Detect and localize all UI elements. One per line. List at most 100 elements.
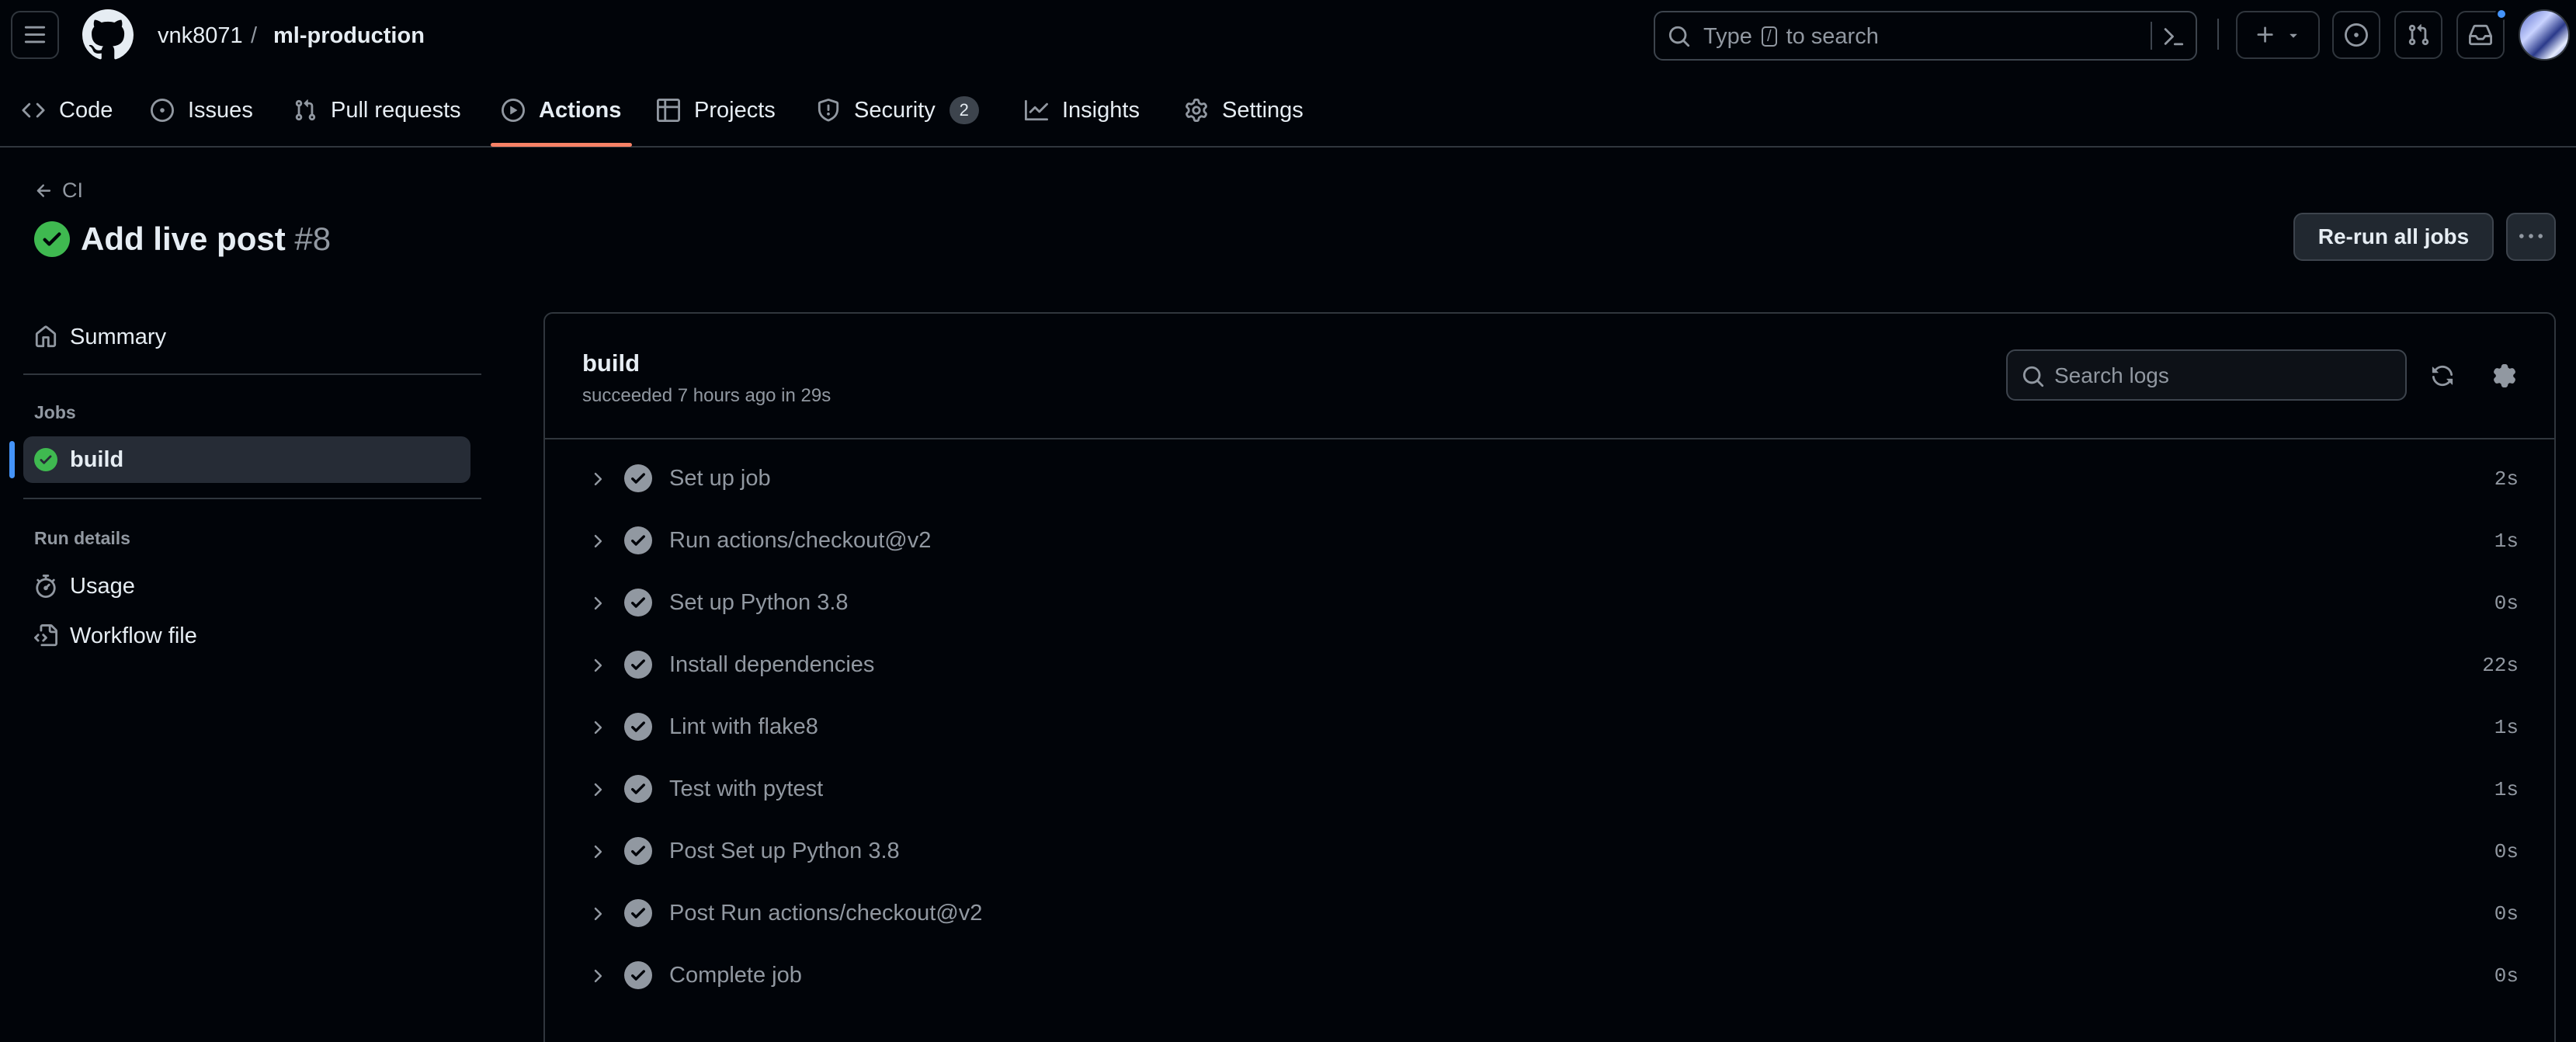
kebab-horizontal-icon [2519, 225, 2543, 248]
log-settings-button[interactable] [2487, 359, 2522, 393]
graph-icon [1025, 99, 1048, 122]
rerun-all-jobs-button[interactable]: Re-run all jobs [2293, 213, 2494, 261]
your-pull-requests-button[interactable] [2394, 11, 2442, 59]
sidebar-item-build[interactable]: build [23, 436, 470, 483]
step-duration: 0s [2494, 964, 2519, 988]
chevron-right-icon [587, 966, 607, 986]
tab-actions[interactable]: Actions [502, 87, 621, 134]
create-new-button[interactable] [2236, 11, 2320, 59]
app-header: vnk8071 / ml-production Type / to search [0, 0, 2576, 148]
security-count-badge: 2 [949, 96, 979, 124]
step-duration: 0s [2494, 902, 2519, 926]
job-steps-list: Set up job 2s Run actions/checkout@v2 1s… [545, 447, 2554, 1006]
step-row[interactable]: Complete job 0s [545, 944, 2554, 1006]
step-label: Install dependencies [669, 652, 875, 677]
log-search-field[interactable] [2006, 349, 2407, 401]
gear-icon [2493, 364, 2516, 387]
step-duration: 1s [2494, 716, 2519, 739]
tab-label: Pull requests [331, 97, 461, 123]
search-divider [2151, 22, 2152, 50]
sidebar-item-label: build [70, 446, 124, 472]
job-status-text: succeeded 7 hours ago in 29s [582, 385, 831, 406]
shield-icon [817, 99, 840, 122]
step-label: Lint with flake8 [669, 714, 818, 739]
pull-request-icon [293, 99, 317, 122]
table-icon [657, 99, 680, 122]
sidebar-item-usage[interactable]: Usage [23, 563, 470, 610]
code-icon [22, 99, 45, 122]
tab-label: Projects [694, 97, 776, 123]
check-circle-fill-icon [624, 651, 652, 679]
check-circle-fill-icon [624, 526, 652, 554]
github-logo-icon[interactable] [82, 9, 134, 61]
gear-icon [1185, 99, 1208, 122]
step-label: Test with pytest [669, 776, 824, 801]
tab-settings[interactable]: Settings [1185, 87, 1304, 134]
avatar[interactable] [2519, 9, 2570, 61]
step-row[interactable]: Run actions/checkout@v2 1s [545, 509, 2554, 571]
chevron-right-icon [587, 780, 607, 800]
workflow-name: CI [62, 179, 83, 202]
file-code-icon [34, 624, 57, 648]
sidebar-item-workflow-file[interactable]: Workflow file [23, 613, 470, 659]
home-icon [34, 325, 57, 349]
git-pull-request-icon [2407, 23, 2430, 47]
step-label: Run actions/checkout@v2 [669, 528, 932, 553]
sidebar-divider [23, 373, 481, 375]
selected-tab-underline [491, 143, 632, 147]
run-title: Add live post #8 [81, 221, 332, 257]
arrow-left-icon [34, 181, 54, 201]
step-label: Set up Python 3.8 [669, 590, 849, 615]
search-placeholder: Type / to search [1703, 24, 1879, 49]
search-icon [1668, 25, 1691, 48]
stopwatch-icon [34, 575, 57, 598]
refresh-button[interactable] [2425, 359, 2460, 393]
check-circle-fill-icon [624, 899, 652, 927]
step-row[interactable]: Lint with flake8 1s [545, 696, 2554, 758]
step-label: Post Set up Python 3.8 [669, 839, 900, 863]
search-shortcut-key: / [1761, 26, 1777, 47]
sidebar-item-summary[interactable]: Summary [23, 314, 470, 360]
step-row[interactable]: Set up job 2s [545, 447, 2554, 509]
triangle-down-icon [2286, 27, 2301, 43]
step-duration: 0s [2494, 592, 2519, 615]
sidebar-item-label: Usage [70, 573, 135, 599]
tab-code[interactable]: Code [22, 87, 113, 134]
check-circle-fill-icon [624, 837, 652, 865]
tab-pull-requests[interactable]: Pull requests [293, 87, 461, 134]
step-label: Set up job [669, 466, 771, 491]
sidebar-divider [23, 498, 481, 499]
step-row[interactable]: Post Run actions/checkout@v2 0s [545, 882, 2554, 944]
chevron-right-icon [587, 717, 607, 738]
global-search-input[interactable]: Type / to search [1654, 11, 2197, 61]
tab-label: Security [854, 97, 936, 123]
sync-icon [2431, 364, 2454, 387]
check-circle-fill-icon [624, 775, 652, 803]
tab-insights[interactable]: Insights [1025, 87, 1140, 134]
back-to-workflow-link[interactable]: CI [34, 179, 83, 203]
check-circle-fill-icon [624, 961, 652, 989]
tab-issues[interactable]: Issues [151, 87, 253, 134]
step-row[interactable]: Install dependencies 22s [545, 634, 2554, 696]
tab-projects[interactable]: Projects [657, 87, 776, 134]
chevron-right-icon [587, 655, 607, 676]
breadcrumb-separator: / [251, 23, 258, 48]
command-palette-icon[interactable] [2161, 25, 2185, 48]
menu-button[interactable] [11, 11, 59, 59]
step-row[interactable]: Test with pytest 1s [545, 758, 2554, 820]
tab-label: Insights [1062, 97, 1140, 123]
tab-security[interactable]: Security 2 [817, 87, 979, 134]
breadcrumb-repo[interactable]: ml-production [273, 19, 425, 53]
run-number: #8 [294, 221, 332, 257]
your-issues-button[interactable] [2332, 11, 2380, 59]
step-label: Complete job [669, 963, 802, 988]
breadcrumb-owner[interactable]: vnk8071 [158, 19, 243, 53]
more-options-button[interactable] [2506, 213, 2556, 261]
step-row[interactable]: Post Set up Python 3.8 0s [545, 820, 2554, 882]
log-search-input[interactable] [2054, 360, 2396, 391]
step-row[interactable]: Set up Python 3.8 0s [545, 571, 2554, 634]
tab-label: Actions [539, 97, 622, 123]
sidebar-item-label: Summary [70, 324, 167, 349]
chevron-right-icon [587, 904, 607, 924]
hamburger-icon [23, 23, 47, 47]
